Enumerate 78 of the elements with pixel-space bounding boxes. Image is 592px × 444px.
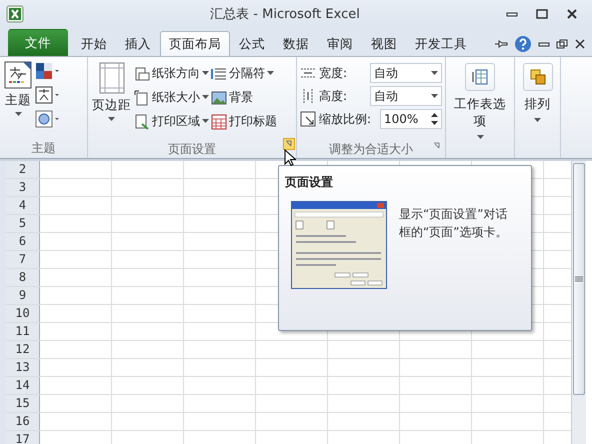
row-header[interactable]: 16 xyxy=(6,413,40,430)
page-margins-icon xyxy=(98,62,124,94)
ribbon-tab[interactable]: 公式 xyxy=(230,31,274,56)
effects-icon[interactable] xyxy=(35,110,61,128)
ribbon-tab[interactable]: 视图 xyxy=(362,31,406,56)
row-header[interactable]: 17 xyxy=(6,431,40,444)
caret-icon xyxy=(14,112,22,117)
row-header[interactable]: 10 xyxy=(6,305,40,322)
ribbon-command[interactable]: 纸张大小 xyxy=(134,88,209,107)
row-header[interactable]: 15 xyxy=(6,395,40,412)
file-tab[interactable]: 文件 xyxy=(8,29,68,56)
table-icon xyxy=(211,114,227,130)
close-icon[interactable] xyxy=(566,9,578,19)
caret-icon xyxy=(534,118,541,123)
dialog-launcher-icon[interactable] xyxy=(433,142,442,151)
landscape-image-icon xyxy=(211,90,227,106)
field-label: 宽度: xyxy=(319,64,348,82)
scale-icon xyxy=(300,111,316,127)
row-header[interactable]: 7 xyxy=(6,251,40,268)
ribbon-tab[interactable]: 开发工具 xyxy=(406,31,476,56)
ribbon-command[interactable]: 打印区域 xyxy=(134,112,209,131)
row-header[interactable]: 12 xyxy=(6,341,40,358)
scrollbar-thumb[interactable] xyxy=(573,163,585,395)
row-header[interactable]: 2 xyxy=(6,161,40,178)
group-label: 主题 xyxy=(30,140,56,157)
colors-icon[interactable] xyxy=(35,62,61,80)
row-header[interactable]: 13 xyxy=(6,359,40,376)
sheet-options-button[interactable]: 工作表选项 xyxy=(449,59,511,142)
row-header[interactable]: 9 xyxy=(6,287,40,304)
row-header[interactable]: 8 xyxy=(6,269,40,286)
caret-icon xyxy=(431,94,438,98)
ribbon-command[interactable]: 纸张方向 xyxy=(134,64,209,83)
ribbon-tab[interactable]: 数据 xyxy=(274,31,318,56)
page-size-icon xyxy=(134,90,150,106)
maximize-icon[interactable] xyxy=(536,9,548,19)
caret-icon xyxy=(108,117,115,122)
pin-icon[interactable] xyxy=(494,38,508,50)
field-label: 缩放比例: xyxy=(319,110,372,128)
group-label: 调整为合适大小 xyxy=(329,140,413,158)
ribbon-command[interactable]: 分隔符 xyxy=(211,64,277,83)
arrange-button[interactable]: 排列 xyxy=(518,59,557,125)
row-header[interactable]: 4 xyxy=(6,197,40,214)
theme-icon xyxy=(4,61,32,89)
row-header[interactable]: 6 xyxy=(6,233,40,250)
ribbon-tab[interactable]: 插入 xyxy=(116,31,160,56)
ribbon-command[interactable]: 背景 xyxy=(211,88,277,107)
tooltip-description: 显示“页面设置”对话框的“页面”选项卡。 xyxy=(399,206,508,241)
ribbon-tab[interactable]: 审阅 xyxy=(318,31,362,56)
ribbon-command[interactable]: 打印标题 xyxy=(211,112,277,131)
ribbon-tab[interactable]: 页面布局 xyxy=(160,31,230,56)
caret-icon xyxy=(431,70,438,76)
restore-icon[interactable] xyxy=(556,38,568,48)
spin-field[interactable]: 100% xyxy=(380,109,442,129)
sheet-options-icon xyxy=(465,63,495,91)
ribbon-tab[interactable]: 开始 xyxy=(72,31,116,56)
window-title: 汇总表 - Microsoft Excel xyxy=(210,6,360,23)
help-icon[interactable] xyxy=(514,34,532,52)
spin-arrows-icon[interactable] xyxy=(431,112,438,126)
themes-button[interactable]: 主题 xyxy=(3,59,33,140)
tooltip-title: 页面设置 xyxy=(285,174,334,191)
row-header[interactable]: 14 xyxy=(6,377,40,394)
fonts-icon[interactable] xyxy=(35,86,61,104)
breaks-icon xyxy=(211,66,227,82)
stacked-squares-icon xyxy=(522,63,552,91)
caret-icon xyxy=(476,135,484,140)
print-area-icon xyxy=(134,114,150,130)
dialog-launcher-icon[interactable] xyxy=(283,138,295,150)
excel-logo-icon xyxy=(6,5,24,23)
margins-button[interactable]: 页边距 xyxy=(91,59,132,140)
group-label: 页面设置 xyxy=(168,140,216,158)
close-icon[interactable] xyxy=(574,38,586,48)
row-header[interactable]: 3 xyxy=(6,179,40,196)
row-header[interactable]: 11 xyxy=(6,323,40,340)
row-header[interactable]: 5 xyxy=(6,215,40,232)
page-orientation-icon xyxy=(134,66,150,82)
dropdown-field[interactable]: 自动 xyxy=(370,63,442,83)
dropdown-field[interactable]: 自动 xyxy=(370,86,442,106)
field-label: 高度: xyxy=(319,88,348,104)
